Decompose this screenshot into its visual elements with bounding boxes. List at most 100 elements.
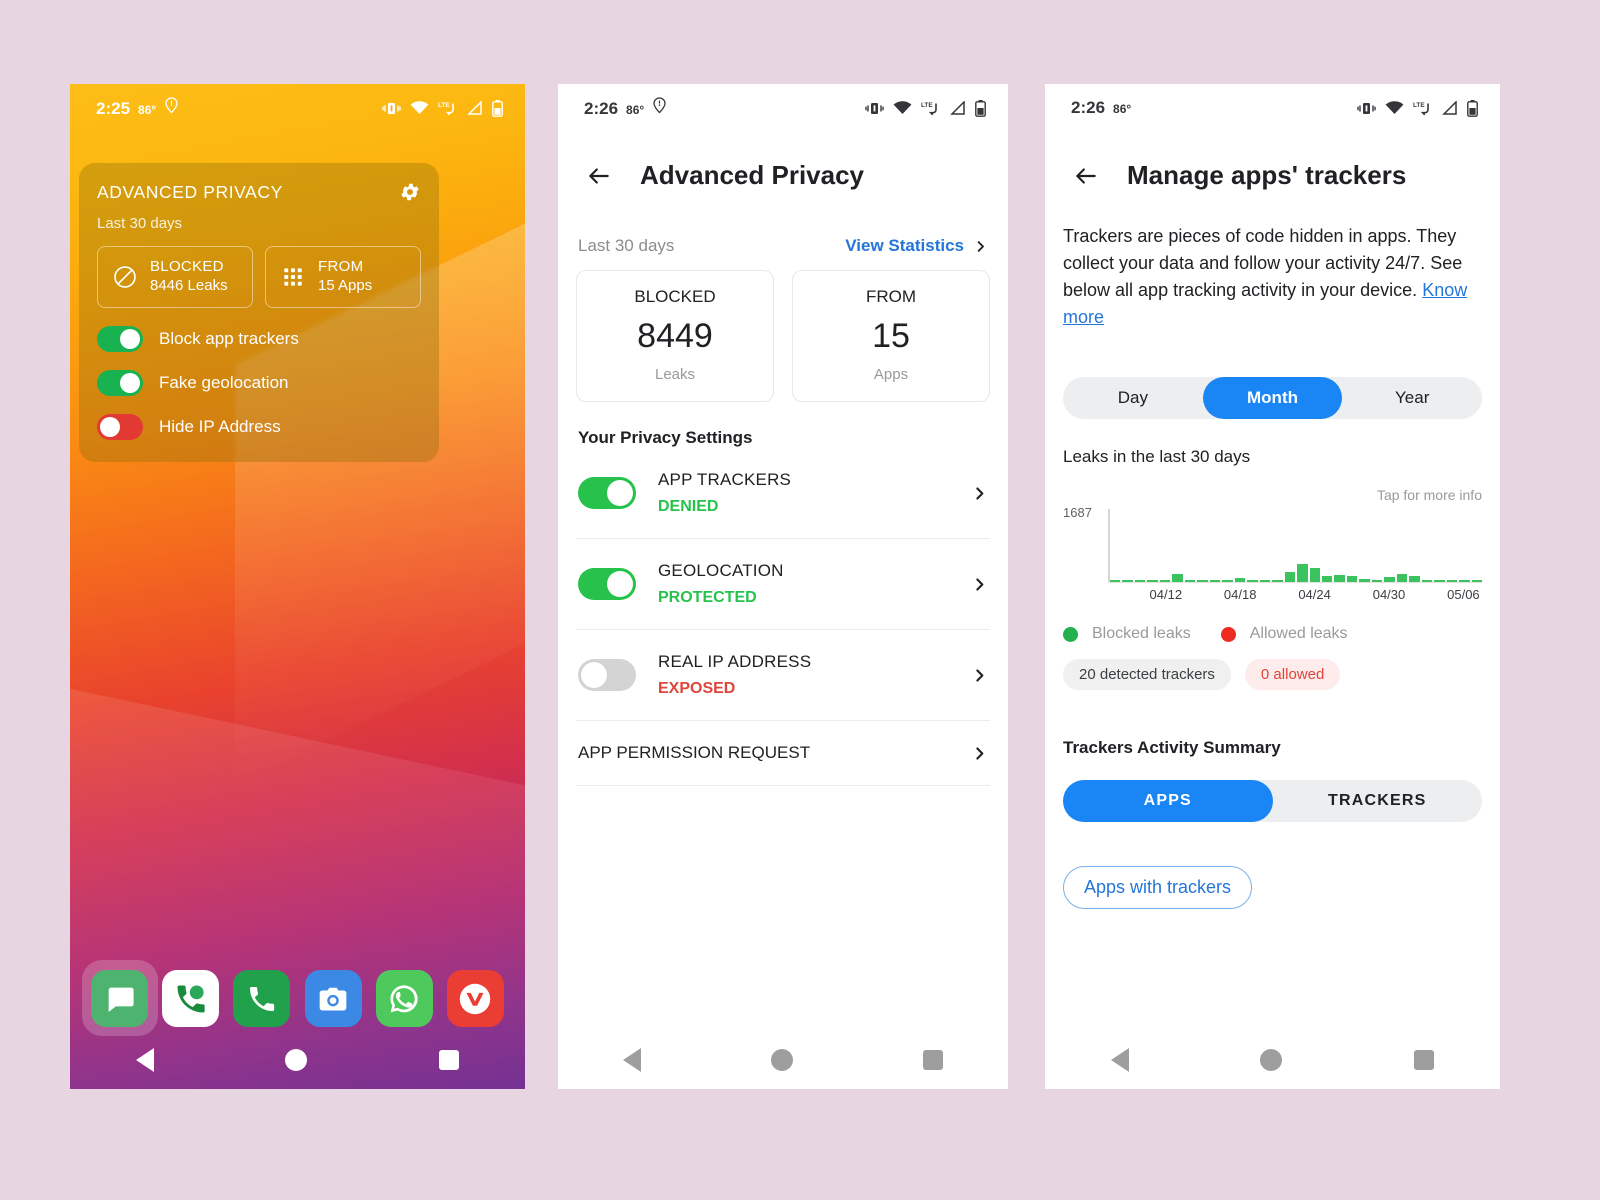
stat-card-blocked[interactable]: BLOCKED 8449 Leaks	[576, 270, 774, 402]
apps-with-trackers-button[interactable]: Apps with trackers	[1063, 866, 1253, 909]
chart-bar[interactable]	[1434, 580, 1445, 582]
widget-stat-from[interactable]: FROM 15 Apps	[265, 246, 421, 308]
chart-bar[interactable]	[1247, 580, 1258, 582]
chevron-right-icon[interactable]	[971, 667, 988, 684]
setting-row-real-ip-address[interactable]: REAL IP ADDRESS EXPOSED	[576, 630, 990, 721]
toggle-geolocation[interactable]	[578, 568, 636, 600]
chart-bar[interactable]	[1172, 573, 1183, 582]
status-bar: 2:25 86° LTE	[70, 84, 525, 132]
chart-bar[interactable]	[1396, 574, 1408, 582]
period-tab-group: Day Month Year	[1063, 377, 1482, 419]
recents-icon[interactable]	[1414, 1050, 1435, 1070]
chart-bar[interactable]	[1209, 580, 1221, 582]
chart-bar[interactable]	[1459, 580, 1470, 582]
page-title: Manage apps' trackers	[1127, 160, 1407, 190]
dialer-app[interactable]	[162, 970, 220, 1027]
svg-text:LTE: LTE	[438, 102, 450, 109]
gear-icon[interactable]	[399, 181, 421, 203]
chip-detected-trackers[interactable]: 20 detected trackers	[1063, 659, 1231, 690]
chart-bar[interactable]	[1321, 576, 1333, 582]
recents-icon[interactable]	[923, 1050, 943, 1070]
chart-x-tick: 04/18	[1223, 587, 1257, 602]
recents-icon[interactable]	[439, 1050, 460, 1070]
chevron-right-icon[interactable]	[971, 576, 988, 593]
chart-bar[interactable]	[1110, 580, 1121, 582]
toggle-label-hide-ip-address: Hide IP Address	[159, 417, 281, 436]
chip-allowed[interactable]: 0 allowed	[1244, 659, 1341, 690]
phone-app[interactable]	[233, 970, 291, 1027]
chart-bar[interactable]	[1297, 563, 1308, 582]
back-arrow-icon[interactable]	[586, 163, 612, 189]
android-nav-bar	[70, 1031, 525, 1089]
chart-bar[interactable]	[1184, 580, 1196, 582]
chart-bar[interactable]	[1147, 580, 1158, 582]
chart-bar[interactable]	[1284, 571, 1296, 582]
toggle-label-block-app-trackers: Block app trackers	[159, 329, 299, 348]
toggle-real-ip-address[interactable]	[578, 659, 636, 691]
toggle-switch-fake-geolocation[interactable]	[97, 370, 143, 396]
phone-screen-home: 2:25 86° LTE ADVANCED PRIVACY Last 30 da…	[70, 84, 525, 1089]
signal-icon	[1442, 100, 1458, 115]
chart-bar[interactable]	[1159, 579, 1171, 582]
back-icon[interactable]	[623, 1048, 641, 1072]
back-icon[interactable]	[135, 1048, 154, 1072]
page-title: Advanced Privacy	[640, 160, 865, 190]
widget-toggle-hide-ip-address[interactable]: Hide IP Address	[97, 414, 421, 440]
setting-row-app-permission-request[interactable]: APP PERMISSION REQUEST	[576, 721, 990, 786]
setting-name-real-ip-address: REAL IP ADDRESS	[658, 652, 812, 671]
home-icon[interactable]	[285, 1049, 308, 1071]
chart-bar[interactable]	[1371, 580, 1383, 582]
stat-card-blocked-value: 8449	[637, 317, 713, 355]
chart-bar[interactable]	[1222, 580, 1233, 582]
toggle-app-trackers[interactable]	[578, 477, 636, 509]
widget-stats: BLOCKED 8446 Leaks FROM 15 Apps	[97, 246, 421, 308]
chevron-right-icon[interactable]	[971, 485, 988, 502]
chart-bar[interactable]	[1334, 574, 1345, 582]
chart-bar[interactable]	[1259, 580, 1271, 582]
chart-bar[interactable]	[1272, 580, 1283, 582]
tab-day[interactable]: Day	[1063, 377, 1203, 419]
toggle-switch-hide-ip-address[interactable]	[97, 414, 143, 440]
chart-bar[interactable]	[1446, 580, 1458, 582]
chart-bar[interactable]	[1346, 575, 1358, 582]
home-icon[interactable]	[771, 1049, 793, 1071]
chart-bar[interactable]	[1384, 577, 1395, 582]
chart-bar[interactable]	[1122, 580, 1133, 582]
vivaldi-app[interactable]	[446, 970, 504, 1027]
chart-bar[interactable]	[1234, 577, 1246, 582]
chart-bar[interactable]	[1409, 576, 1420, 582]
leaks-bar-chart[interactable]: 1687 04/12 04/18 04/24 04/30 05/06	[1063, 505, 1483, 602]
legend-dot-allowed	[1220, 626, 1236, 642]
toggle-switch-block-app-trackers[interactable]	[97, 326, 143, 352]
wifi-icon	[410, 101, 429, 115]
status-bar: 2:26 86° LTE	[558, 84, 1008, 132]
camera-app[interactable]	[304, 970, 362, 1027]
tab-apps[interactable]: APPS	[1063, 780, 1273, 822]
back-arrow-icon[interactable]	[1073, 163, 1099, 189]
chart-bar[interactable]	[1134, 580, 1146, 582]
widget-stat-blocked[interactable]: BLOCKED 8446 Leaks	[97, 246, 253, 308]
widget-header: ADVANCED PRIVACY	[97, 181, 421, 203]
setting-row-app-trackers[interactable]: APP TRACKERS DENIED	[576, 448, 990, 539]
setting-row-geolocation[interactable]: GEOLOCATION PROTECTED	[576, 539, 990, 630]
whatsapp-app[interactable]	[375, 970, 433, 1027]
back-icon[interactable]	[1110, 1048, 1129, 1072]
tab-trackers[interactable]: TRACKERS	[1273, 780, 1483, 822]
chart-bar[interactable]	[1359, 579, 1370, 582]
setting-status-geolocation: PROTECTED	[658, 589, 757, 606]
chevron-right-icon[interactable]	[971, 745, 988, 762]
view-statistics-link[interactable]: View Statistics	[845, 236, 988, 256]
widget-toggle-fake-geolocation[interactable]: Fake geolocation	[97, 370, 421, 396]
chart-bar[interactable]	[1421, 580, 1433, 582]
home-icon[interactable]	[1260, 1049, 1283, 1071]
chart-bar[interactable]	[1471, 580, 1483, 582]
tab-year[interactable]: Year	[1342, 377, 1482, 419]
chart-bar[interactable]	[1309, 567, 1320, 582]
status-time: 2:26	[1071, 98, 1106, 117]
chart-bar[interactable]	[1197, 580, 1208, 582]
stat-card-from[interactable]: FROM 15 Apps	[792, 270, 990, 402]
tab-month[interactable]: Month	[1202, 377, 1343, 419]
widget-toggle-block-app-trackers[interactable]: Block app trackers	[97, 326, 421, 352]
messages-app[interactable]	[82, 960, 159, 1036]
advanced-privacy-widget[interactable]: ADVANCED PRIVACY Last 30 days BLOCKED 84…	[79, 163, 439, 462]
